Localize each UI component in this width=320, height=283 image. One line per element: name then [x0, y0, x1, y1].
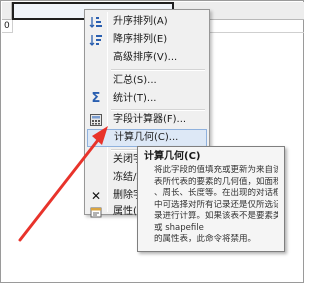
menu-item-statistics[interactable]: Σ 统计(T)...: [87, 90, 207, 108]
sigma-icon: Σ: [91, 91, 101, 106]
tooltip-line: 中可选择对所有记录还是仅所选记: [154, 199, 278, 210]
tooltip-line: 将此字段的值填充或更新为来自该: [154, 165, 278, 175]
menu-item-label: 高级排序(V)...: [113, 52, 178, 63]
tooltip-line: 表所代表的要素的几何值，如面积: [154, 176, 278, 187]
menu-item-label: 降序排列(E): [113, 34, 168, 45]
menu-item-sort-ascending[interactable]: 升序排列(A): [87, 13, 207, 31]
menu-separator: [111, 69, 205, 71]
menu-item-label: 升序排列(A): [113, 16, 168, 27]
field-calculator-icon: [88, 112, 104, 128]
tooltip-line: 的属性表，此命令将禁用。: [154, 234, 257, 244]
tooltip-line: 录进行计算。如果该表不是要素类: [154, 211, 278, 221]
menu-item-sort-descending[interactable]: 降序排列(E): [87, 31, 207, 49]
sort-ascending-icon: [88, 14, 104, 30]
menu-item-label: 统计(T)...: [113, 93, 157, 104]
menu-item-label: 汇总(S)...: [113, 75, 157, 86]
tooltip: 计算几何(C) 将此字段的值填充或更新为来自该 表所代表的要素的几何值，如面积 …: [137, 146, 285, 252]
delete-x-icon: ✕: [90, 189, 102, 203]
tooltip-line: 或 shapefile: [154, 222, 204, 233]
properties-icon: [88, 204, 104, 220]
menu-item-summarize[interactable]: 汇总(S)...: [87, 72, 207, 90]
menu-item-calculate-geometry[interactable]: 计算几何(C)...: [87, 129, 207, 147]
menu-item-field-calculator[interactable]: 字段计算器(F)...: [87, 111, 207, 129]
row-number: 0: [4, 21, 10, 31]
tooltip-title: 计算几何(C): [144, 151, 201, 162]
menu-item-label: 计算几何(C)...: [114, 132, 179, 143]
tooltip-line: 、周长、长度等。在出现的对话框: [154, 188, 278, 198]
menu-item-label: 字段计算器(F)...: [113, 114, 187, 125]
sort-descending-icon: [88, 32, 104, 48]
row-header-corner: [2, 2, 12, 20]
menu-item-advanced-sort[interactable]: 高级排序(V)...: [87, 49, 207, 67]
tooltip-body: 将此字段的值填充或更新为来自该 表所代表的要素的几何值，如面积 、周长、长度等。…: [154, 165, 278, 246]
